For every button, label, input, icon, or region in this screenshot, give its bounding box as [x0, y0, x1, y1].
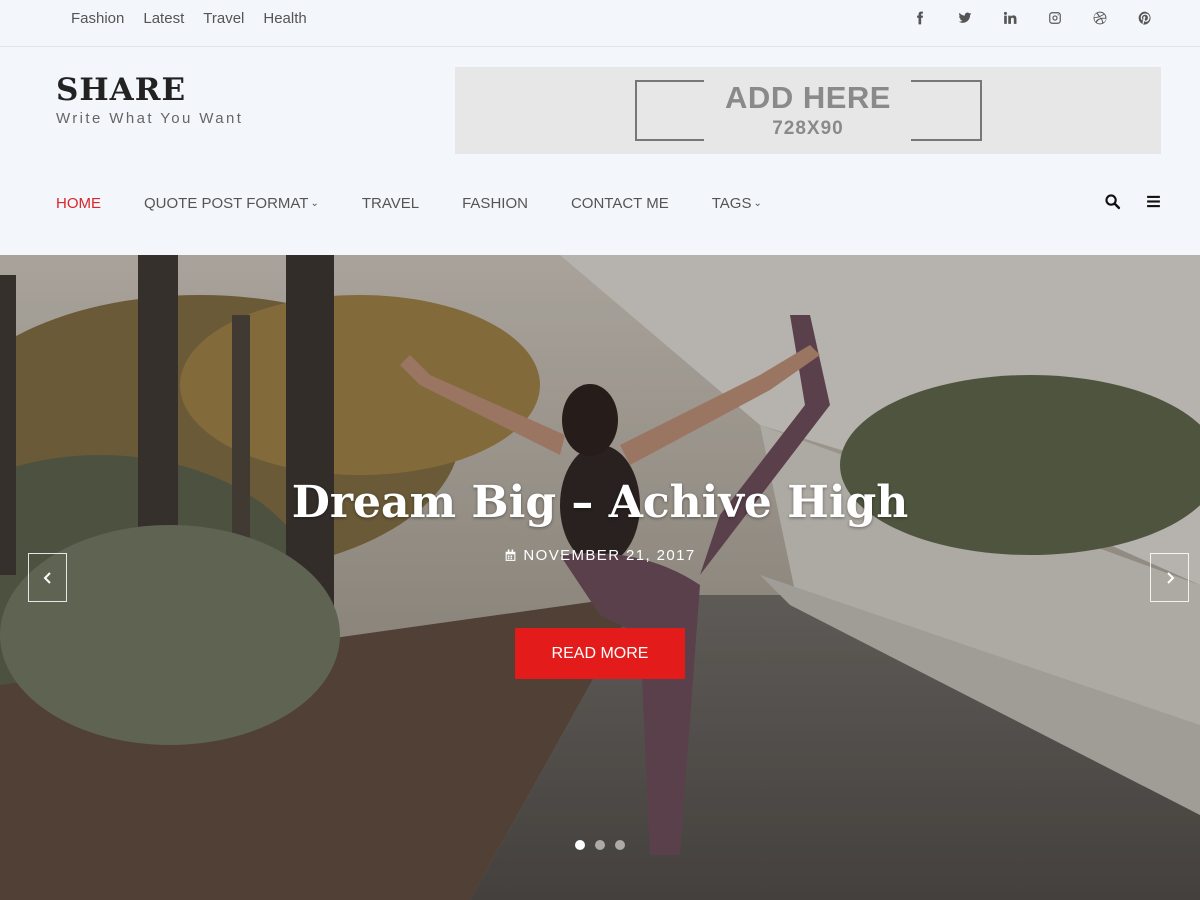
hero-title[interactable]: Dream Big – Achive High [0, 477, 1200, 528]
top-link-latest[interactable]: Latest [143, 10, 184, 27]
nav-label: HOME [56, 195, 101, 212]
top-bar: Fashion Latest Travel Health [0, 0, 1200, 47]
hero-date-text: NOVEMBER 21, 2017 [523, 547, 696, 564]
nav-item-quote-post-format[interactable]: QUOTE POST FORMAT ⌄ [144, 195, 319, 212]
site-brand[interactable]: SHARE Write What You Want [56, 72, 243, 127]
slider-dot-2[interactable] [595, 840, 605, 850]
nav-item-travel[interactable]: TRAVEL [362, 195, 419, 212]
nav-label: TAGS [711, 195, 752, 212]
twitter-icon[interactable] [957, 10, 972, 25]
site-tagline: Write What You Want [56, 110, 244, 127]
pinterest-icon[interactable] [1137, 10, 1152, 25]
main-nav: HOME QUOTE POST FORMAT ⌄ TRAVEL FASHION C… [56, 195, 805, 212]
nav-label: QUOTE POST FORMAT [144, 195, 309, 212]
hero-date: NOVEMBER 21, 2017 [0, 547, 1200, 564]
chevron-down-icon: ⌄ [310, 198, 319, 209]
instagram-icon[interactable] [1047, 10, 1062, 25]
nav-label: TRAVEL [361, 195, 420, 212]
chevron-left-icon [43, 571, 51, 584]
nav-item-home[interactable]: HOME [56, 195, 101, 212]
site-title[interactable]: SHARE [56, 72, 243, 108]
dribbble-icon[interactable] [1092, 10, 1107, 25]
linkedin-icon[interactable] [1002, 10, 1017, 25]
top-links: Fashion Latest Travel Health [71, 10, 307, 27]
facebook-icon[interactable] [912, 10, 927, 25]
nav-label: FASHION [462, 195, 528, 212]
top-link-health[interactable]: Health [263, 10, 306, 27]
read-more-button[interactable]: READ MORE [515, 628, 685, 679]
top-link-fashion[interactable]: Fashion [71, 10, 124, 27]
calendar-icon [506, 549, 516, 561]
slider-next-button[interactable] [1150, 553, 1189, 602]
search-icon[interactable] [1104, 193, 1121, 210]
ad-main-text: ADD HERE [725, 80, 891, 115]
nav-label: CONTACT ME [570, 195, 669, 212]
slider-dots [0, 840, 1200, 850]
social-links [912, 10, 1152, 25]
slider-prev-button[interactable] [28, 553, 67, 602]
nav-item-fashion[interactable]: FASHION [462, 195, 528, 212]
nav-item-contact-me[interactable]: CONTACT ME [571, 195, 669, 212]
hero-overlay [0, 255, 1200, 900]
slider-dot-1[interactable] [575, 840, 585, 850]
ad-size-text: 728X90 [772, 118, 844, 139]
slider-dot-3[interactable] [615, 840, 625, 850]
nav-item-tags[interactable]: TAGS ⌄ [712, 195, 762, 212]
ad-banner[interactable]: ADD HERE 728X90 [455, 67, 1161, 154]
chevron-right-icon [1166, 571, 1174, 584]
menu-icon[interactable] [1145, 193, 1162, 210]
hero-slider: Dream Big – Achive High NOVEMBER 21, 201… [0, 255, 1200, 900]
nav-tools [1104, 193, 1162, 210]
top-link-travel[interactable]: Travel [203, 10, 244, 27]
chevron-down-icon: ⌄ [753, 198, 762, 209]
